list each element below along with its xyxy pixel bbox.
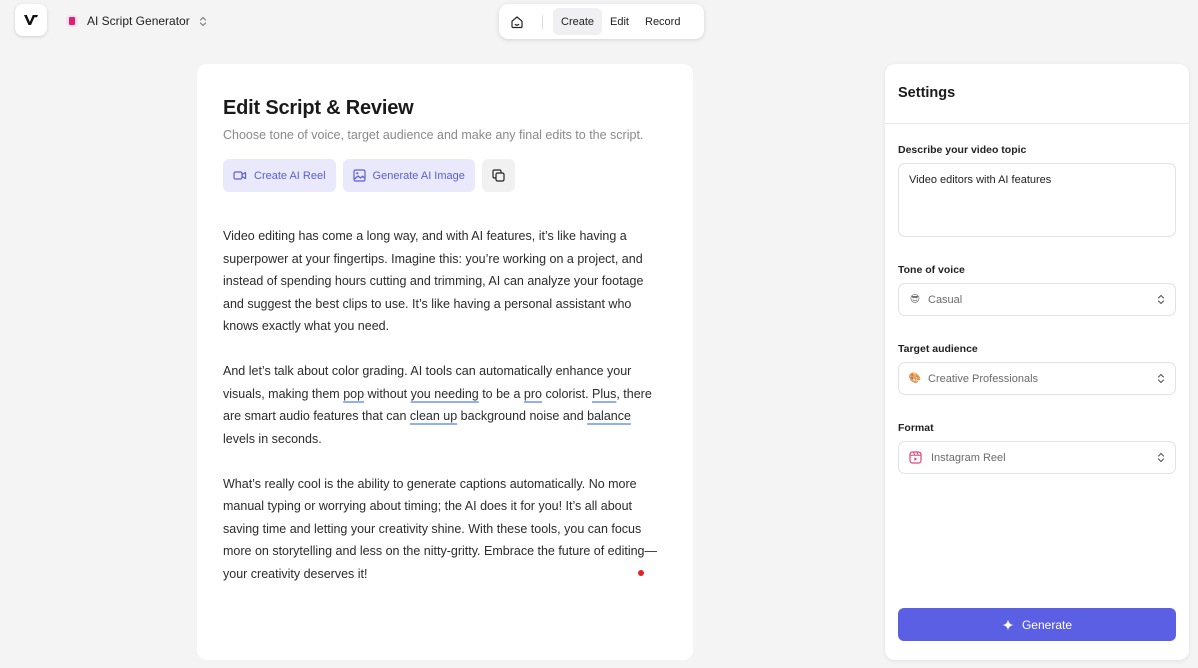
create-ai-reel-label: Create AI Reel (254, 169, 326, 182)
spelling-suggestion[interactable]: pop (343, 387, 364, 401)
palette-emoji-icon: 🎨 (908, 373, 922, 384)
tab-record[interactable]: Record (637, 8, 688, 35)
spelling-suggestion[interactable]: you needing (411, 387, 479, 401)
chevron-updown-icon (199, 16, 206, 26)
home-icon (511, 15, 523, 28)
divider (885, 123, 1189, 124)
format-label: Format (898, 422, 934, 434)
generate-ai-image-button[interactable]: Generate AI Image (342, 159, 475, 192)
project-name: AI Script Generator (87, 14, 190, 28)
chevron-updown-icon (1157, 294, 1165, 305)
script-paragraph: What’s really cool is the ability to gen… (223, 476, 658, 581)
sunglasses-emoji-icon: 😎 (909, 294, 921, 305)
tone-select[interactable]: 😎 Casual (898, 283, 1176, 316)
spelling-suggestion[interactable]: Plus (592, 387, 616, 401)
generate-label: Generate (1021, 617, 1073, 632)
home-logo-button[interactable] (15, 4, 47, 36)
tone-value: Casual (928, 293, 963, 306)
chevron-updown-icon (1157, 373, 1165, 384)
create-ai-reel-button[interactable]: Create AI Reel (223, 159, 336, 192)
audience-select[interactable]: 🎨 Creative Professionals (898, 362, 1176, 395)
tone-label: Tone of voice (898, 264, 965, 276)
tab-edit[interactable]: Edit (602, 8, 637, 35)
text-segment: without (364, 386, 411, 401)
script-text[interactable]: Video editing has come a long way, and w… (223, 225, 663, 608)
format-select[interactable]: Instagram Reel (898, 441, 1176, 474)
recording-indicator (638, 570, 644, 576)
generate-ai-image-label: Generate AI Image (372, 169, 465, 182)
topic-label: Describe your video topic (898, 144, 1027, 156)
app-logo-icon (24, 15, 38, 25)
sparkle-icon (1002, 619, 1014, 630)
image-icon (352, 169, 366, 182)
spelling-suggestion[interactable]: clean up (410, 409, 457, 423)
editor-actions: Create AI Reel Generate AI Image (223, 159, 515, 192)
format-value: Instagram Reel (931, 451, 1006, 464)
text-segment: background noise and (457, 409, 588, 423)
settings-panel: Settings Describe your video topic Video… (885, 64, 1189, 660)
project-switcher[interactable]: AI Script Generator (66, 12, 207, 30)
instagram-reel-icon (909, 451, 922, 464)
script-editor-card: Edit Script & Review Choose tone of voic… (197, 64, 693, 660)
settings-title: Settings (898, 85, 956, 101)
copy-button[interactable] (481, 159, 515, 192)
app-window: AI Script Generator Create Edit Record E… (0, 0, 1198, 668)
text-segment: colorist. (542, 386, 593, 401)
chevron-updown-icon (1157, 452, 1165, 463)
generate-button[interactable]: Generate (898, 608, 1176, 641)
video-topic-input[interactable]: Video editors with AI features (898, 163, 1176, 237)
page-title: Edit Script & Review (223, 97, 414, 119)
spelling-suggestion[interactable]: pro (524, 387, 542, 401)
home-button[interactable] (505, 10, 529, 34)
video-camera-icon (233, 171, 247, 180)
project-icon (66, 15, 78, 27)
spelling-suggestion[interactable]: balance (587, 409, 631, 423)
text-segment: to be a (478, 386, 524, 401)
nav-divider (542, 14, 543, 29)
script-paragraph: And let’s talk about color grading. AI t… (223, 360, 663, 450)
top-navigation: Create Edit Record (499, 4, 704, 39)
script-paragraph: Video editing has come a long way, and w… (223, 229, 644, 333)
tab-create[interactable]: Create (553, 8, 603, 35)
audience-label: Target audience (898, 343, 978, 355)
copy-icon (492, 169, 505, 182)
audience-value: Creative Professionals (928, 372, 1039, 385)
page-subtitle: Choose tone of voice, target audience an… (223, 128, 644, 142)
text-segment: levels in seconds. (223, 431, 322, 446)
